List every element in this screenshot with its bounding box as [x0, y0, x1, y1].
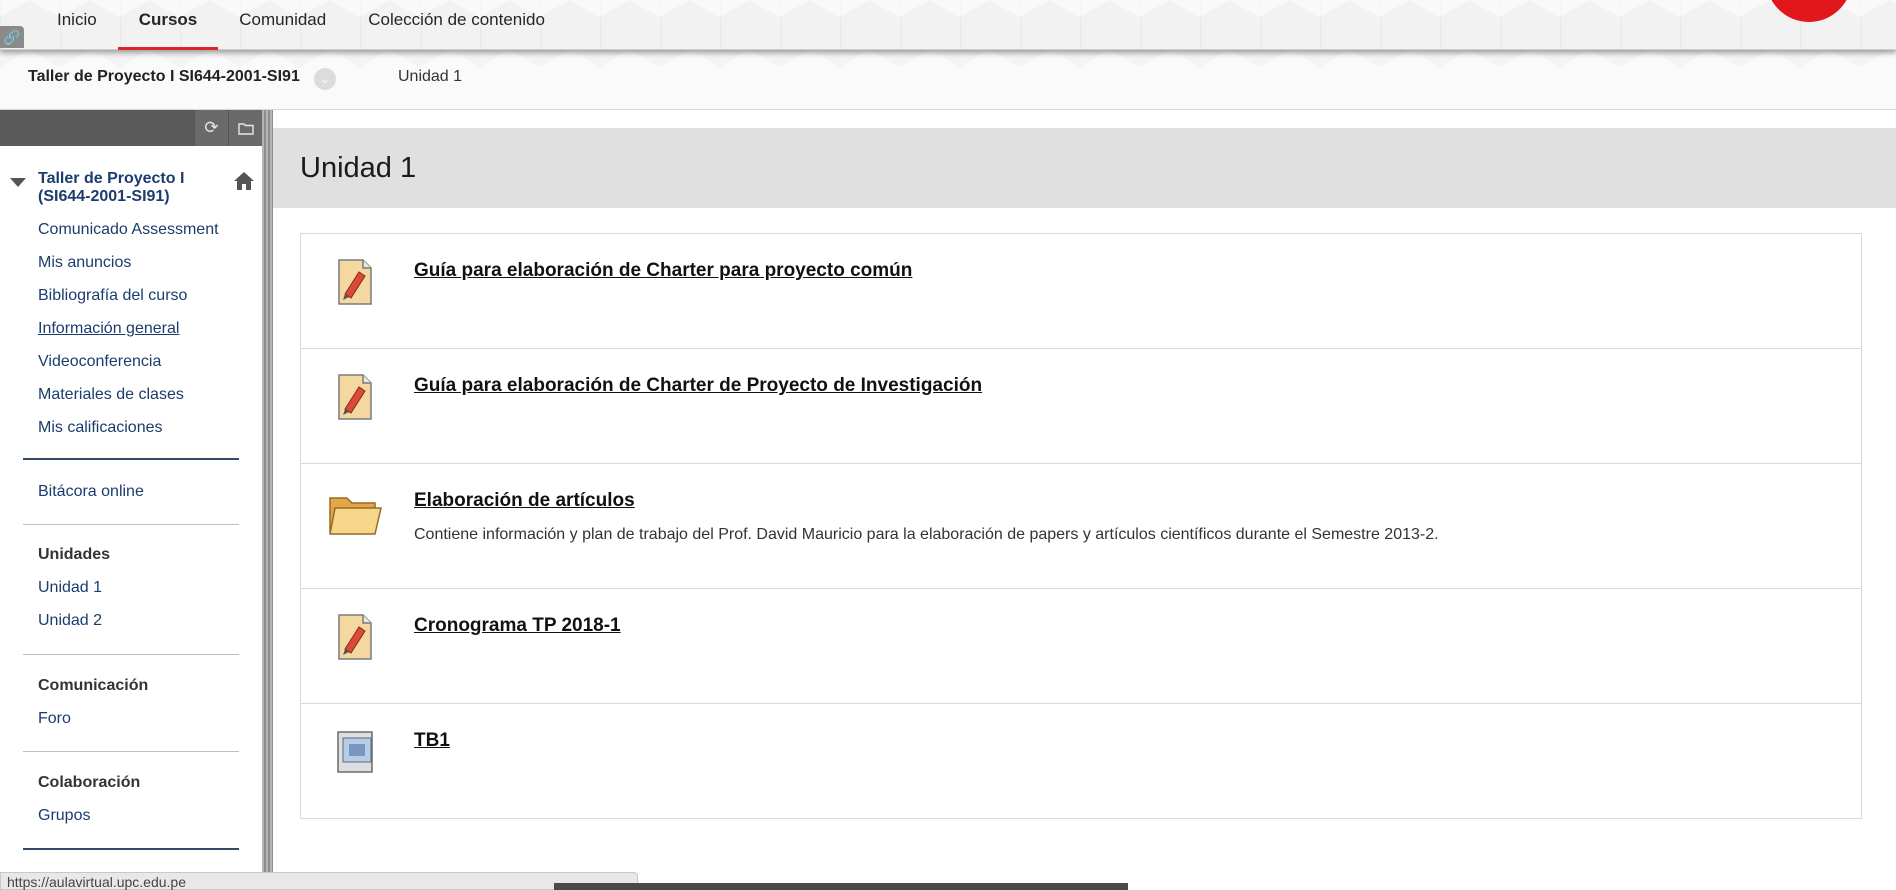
- item-link[interactable]: Guía para elaboración de Charter de Proy…: [414, 375, 982, 397]
- chevron-down-icon[interactable]: ⌄: [314, 68, 336, 90]
- list-item: TB1: [301, 704, 1861, 818]
- item-link[interactable]: Cronograma TP 2018-1: [414, 615, 621, 637]
- item-description: Contiene información y plan de trabajo d…: [414, 526, 1439, 543]
- divider: [23, 654, 239, 655]
- home-icon[interactable]: [232, 170, 256, 192]
- breadcrumb: Taller de Proyecto I SI644-2001-SI91 ⌄ U…: [0, 50, 1896, 110]
- section-heading-colaboracion: Colaboración: [38, 774, 141, 791]
- item-link[interactable]: TB1: [414, 730, 450, 752]
- sidebar-item-unidad-2[interactable]: Unidad 2: [38, 612, 102, 630]
- section-heading-comunicacion: Comunicación: [38, 677, 149, 694]
- taskbar-strip: [554, 883, 1128, 890]
- list-item: Guía para elaboración de Charter de Proy…: [301, 349, 1861, 464]
- divider: [23, 848, 239, 850]
- tab-comunidad[interactable]: Comunidad: [218, 0, 347, 50]
- list-item: Cronograma TP 2018-1: [301, 589, 1861, 704]
- sidebar-item-foro[interactable]: Foro: [38, 710, 71, 728]
- folder-view-icon[interactable]: [228, 110, 262, 146]
- breadcrumb-course[interactable]: Taller de Proyecto I SI644-2001-SI91: [28, 68, 300, 86]
- collapse-triangle-icon[interactable]: [10, 178, 26, 187]
- list-item: Elaboración de artículos Contiene inform…: [301, 464, 1861, 589]
- top-navigation: Inicio Cursos Comunidad Colección de con…: [0, 0, 1896, 50]
- course-menu-title[interactable]: Taller de Proyecto I (SI644-2001-SI91): [38, 170, 238, 206]
- section-heading-unidades: Unidades: [38, 546, 111, 563]
- page-title: Unidad 1: [300, 152, 417, 184]
- assignment-icon: [337, 731, 373, 773]
- divider: [23, 751, 239, 752]
- sidebar-toolbar: ⟳: [0, 110, 262, 146]
- sidebar-item-informacion-general[interactable]: Información general: [38, 320, 179, 338]
- divider: [23, 524, 239, 525]
- link-icon[interactable]: 🔗: [0, 26, 24, 48]
- document-icon: [338, 374, 372, 420]
- sidebar-item-comunicado-assessment[interactable]: Comunicado Assessment: [38, 221, 219, 239]
- content-header: Unidad 1: [273, 128, 1896, 208]
- sidebar-resize-handle[interactable]: [262, 110, 273, 890]
- sidebar-item-mis-anuncios[interactable]: Mis anuncios: [38, 254, 131, 272]
- item-link[interactable]: Elaboración de artículos: [414, 490, 635, 512]
- tab-cursos[interactable]: Cursos: [117, 0, 219, 50]
- item-link[interactable]: Guía para elaboración de Charter para pr…: [414, 260, 912, 282]
- sidebar-item-grupos[interactable]: Grupos: [38, 807, 90, 825]
- document-icon: [338, 259, 372, 305]
- tab-coleccion-contenido[interactable]: Colección de contenido: [347, 0, 566, 50]
- breadcrumb-current-page: Unidad 1: [398, 68, 463, 85]
- folder-icon: [329, 497, 382, 535]
- sidebar-item-bibliografia[interactable]: Bibliografía del curso: [38, 287, 187, 305]
- sidebar-item-unidad-1[interactable]: Unidad 1: [38, 579, 102, 597]
- tab-inicio[interactable]: Inicio: [36, 0, 118, 50]
- content-list: Guía para elaboración de Charter para pr…: [300, 233, 1862, 819]
- sidebar-item-mis-calificaciones[interactable]: Mis calificaciones: [38, 419, 162, 437]
- document-icon: [338, 614, 372, 660]
- browser-status-url: https://aulavirtual.upc.edu.pe: [0, 872, 638, 890]
- top-nav-tabs: Inicio Cursos Comunidad Colección de con…: [36, 0, 566, 50]
- list-item: Guía para elaboración de Charter para pr…: [301, 234, 1861, 349]
- sidebar-item-bitacora[interactable]: Bitácora online: [38, 483, 144, 501]
- sidebar-item-videoconferencia[interactable]: Videoconferencia: [38, 353, 161, 371]
- course-menu: Taller de Proyecto I (SI644-2001-SI91) C…: [0, 146, 262, 890]
- brand-logo[interactable]: [1766, 0, 1852, 22]
- refresh-icon[interactable]: ⟳: [194, 110, 228, 146]
- sidebar-item-materiales[interactable]: Materiales de clases: [38, 386, 184, 404]
- divider: [23, 458, 239, 460]
